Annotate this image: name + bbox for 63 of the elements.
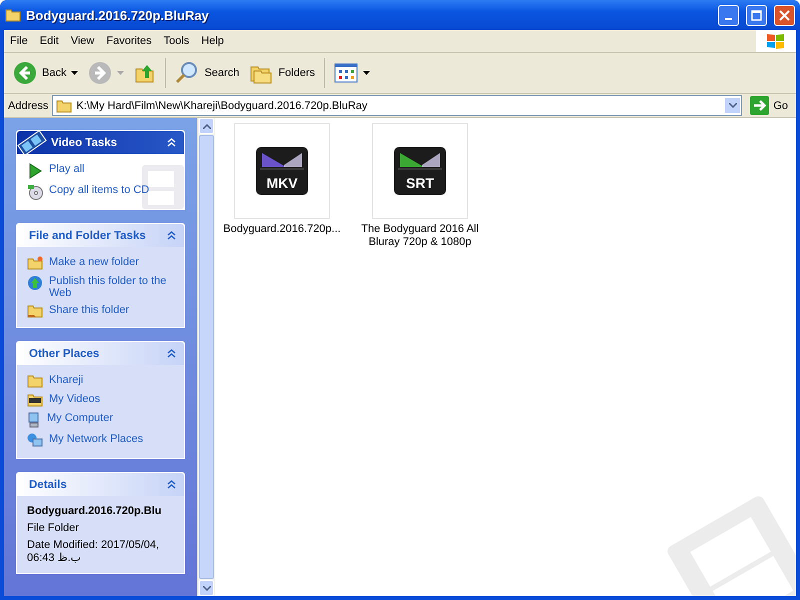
close-button[interactable]: [774, 4, 795, 26]
menu-item[interactable]: File: [4, 35, 34, 47]
details-name: Bodyguard.2016.720p.Blu: [27, 505, 162, 517]
scroll-down-button[interactable]: [199, 580, 214, 596]
task-link[interactable]: My Videos: [27, 393, 174, 407]
scroll-up-button[interactable]: [199, 118, 214, 134]
views-icon: [334, 63, 358, 83]
details-type: File Folder: [27, 522, 80, 534]
search-icon: [175, 61, 200, 85]
task-link[interactable]: My Network Places: [27, 433, 174, 449]
folder-icon: [5, 8, 21, 22]
panel-title: Other Places: [29, 348, 100, 360]
back-button[interactable]: Back: [10, 59, 82, 87]
address-field[interactable]: K:\My Hard\Film\New\Khareji\Bodyguard.2016.720p.BluRay: [52, 95, 742, 116]
task-link[interactable]: Play all: [27, 163, 174, 179]
media-type-icon: SRT: [394, 147, 446, 195]
panel-title: File and Folder Tasks: [29, 230, 147, 242]
maximize-icon: [751, 10, 762, 20]
computer-icon: [27, 412, 41, 428]
search-button[interactable]: Search: [172, 59, 242, 87]
windows-logo-icon: [756, 30, 796, 52]
panel-header[interactable]: Video Tasks: [17, 131, 184, 154]
panel-title: Details: [29, 478, 68, 490]
close-icon: [779, 10, 790, 20]
maximize-button[interactable]: [746, 4, 767, 26]
menu-item[interactable]: Favorites: [100, 35, 158, 47]
menu-item[interactable]: Help: [195, 35, 230, 47]
folder-icon: [56, 98, 72, 112]
task-link[interactable]: Share this folder: [27, 304, 174, 318]
folders-button[interactable]: Folders: [246, 60, 318, 86]
new-folder-icon: [27, 256, 43, 270]
task-link[interactable]: Publish this folder to the Web: [27, 275, 174, 299]
minimize-button[interactable]: [718, 4, 739, 26]
play-icon: [27, 163, 43, 179]
shared-folder-icon: [27, 304, 43, 318]
chevron-down-icon: [202, 586, 210, 590]
chevron-up-icon: [202, 124, 210, 128]
task-link[interactable]: Copy all items to CD: [27, 184, 174, 200]
menu-item[interactable]: View: [64, 35, 100, 47]
collapse-icon[interactable]: [167, 231, 176, 240]
folder-icon: [27, 374, 43, 388]
menu-item[interactable]: Edit: [34, 35, 65, 47]
task-link[interactable]: Make a new folder: [27, 256, 174, 270]
network-icon: [27, 433, 43, 449]
task-link[interactable]: My Computer: [27, 412, 174, 428]
collapse-icon[interactable]: [167, 349, 176, 358]
chevron-down-icon: [728, 103, 737, 108]
dropdown-arrow-icon[interactable]: [71, 71, 78, 75]
globe-icon: [27, 275, 43, 291]
task-link[interactable]: Khareji: [27, 374, 174, 388]
menu-item[interactable]: Tools: [158, 35, 196, 47]
collapse-icon[interactable]: [167, 480, 176, 489]
dropdown-button[interactable]: [724, 97, 742, 114]
cd-icon: [27, 184, 43, 200]
details-date: Date Modified: 2017/05/04, 06:43 ب.ظ: [27, 539, 160, 564]
window-title: Bodyguard.2016.720p.BluRay: [26, 8, 210, 22]
minimize-icon: [725, 18, 732, 20]
panel-title: Video Tasks: [51, 136, 118, 148]
media-type-icon: MKV: [256, 147, 308, 195]
address-label: Address: [8, 100, 48, 112]
video-folder-icon: [27, 393, 43, 407]
dropdown-arrow-icon[interactable]: [363, 71, 370, 75]
go-button[interactable]: Go: [746, 96, 792, 115]
